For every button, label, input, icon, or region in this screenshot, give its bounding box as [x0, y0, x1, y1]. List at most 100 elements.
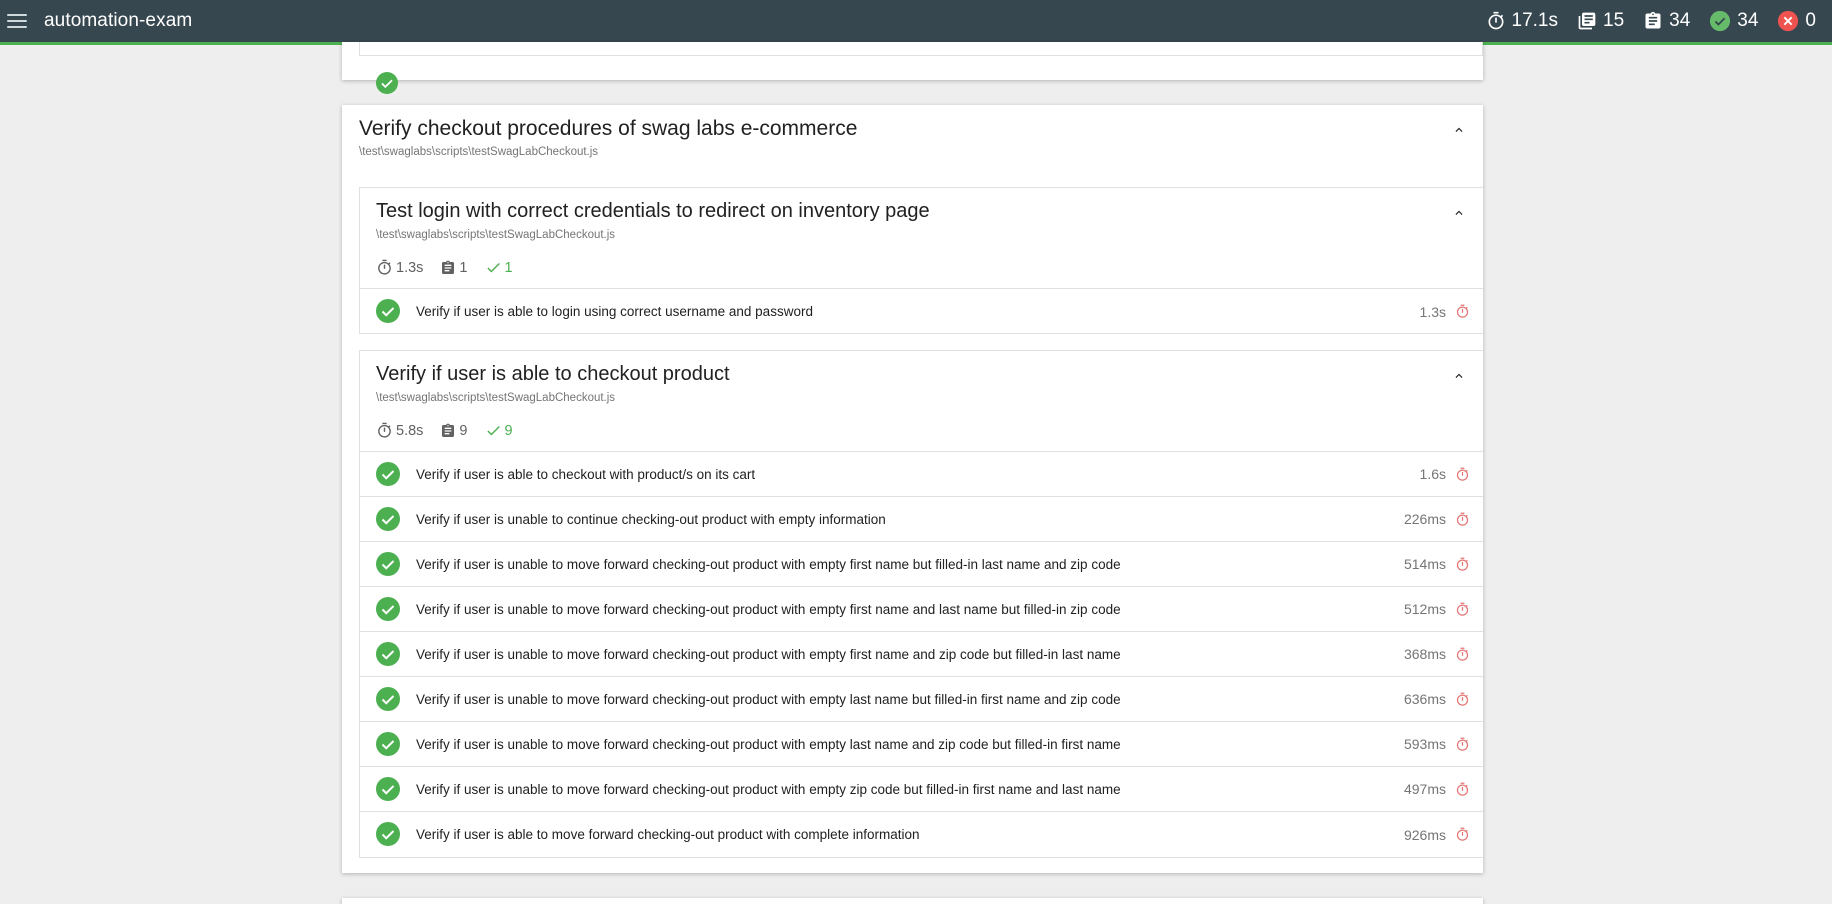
subsuite-passes: 9 [485, 422, 513, 439]
test-duration: 368ms [1403, 646, 1446, 662]
summary-stats: 17.1s 15 34 34 0 [1467, 0, 1816, 42]
subsuite-title: Test login with correct credentials to r… [376, 200, 930, 222]
test-duration: 1.3s [1419, 303, 1446, 320]
timer-icon [1456, 737, 1469, 751]
suite-file-path: \test\swaglabs\scripts\testSwagLabChecko… [359, 146, 599, 158]
passed-count: 34 [1737, 10, 1759, 31]
previous-suite-card [342, 42, 1483, 94]
failed-stat[interactable]: 0 [1777, 10, 1816, 32]
test-row[interactable]: Verify if user is unable to move forward… [360, 542, 1483, 587]
pass-check-icon [376, 687, 400, 711]
test-row[interactable]: Verify if user is able to login using co… [360, 289, 1483, 334]
pass-check-icon [376, 507, 400, 531]
pass-check-icon [376, 597, 400, 621]
timer-icon [1456, 512, 1469, 526]
chevron-up-icon[interactable] [1452, 369, 1466, 383]
timer-icon [1456, 602, 1469, 616]
test-row[interactable]: Verify if user is unable to move forward… [360, 587, 1483, 632]
test-duration: 1.6s [1419, 466, 1446, 482]
subsuite-tests: 1 [440, 259, 468, 276]
check-icon [486, 425, 500, 436]
assignment-icon [442, 423, 455, 437]
test-row[interactable]: Verify if user is unable to move forward… [360, 722, 1483, 767]
timer-icon [1456, 782, 1469, 796]
subsuite-tests-count: 9 [459, 422, 468, 439]
timer-icon [1456, 827, 1469, 841]
subsuite-passes-count: 9 [504, 422, 513, 439]
test-duration: 512ms [1403, 601, 1446, 617]
test-title: Verify if user is unable to move forward… [416, 646, 1121, 662]
timer-icon [1456, 692, 1469, 706]
check-circle-icon [1710, 10, 1731, 32]
pass-check-icon [376, 299, 400, 323]
subsuite-tests-count: 1 [459, 259, 468, 276]
subsuite-login: Test login with correct credentials to r… [359, 187, 1483, 334]
pass-check-icon [376, 72, 398, 94]
assignment-icon [1645, 11, 1661, 29]
test-title: Verify if user is unable to move forward… [416, 691, 1121, 707]
assignment-icon [442, 260, 455, 274]
suite-card: Verify checkout procedures of swag labs … [342, 105, 1483, 873]
test-duration: 226ms [1403, 511, 1446, 527]
subsuite-duration: 1.3s [376, 259, 423, 276]
pass-check-icon [376, 552, 400, 576]
previous-test-list [359, 42, 1483, 56]
test-duration: 497ms [1403, 781, 1446, 797]
failed-count: 0 [1805, 10, 1816, 31]
subsuite-duration: 5.8s [376, 422, 423, 439]
tests-count: 34 [1669, 10, 1691, 31]
test-title: Verify if user is able to login using co… [416, 304, 813, 319]
pass-check-icon [376, 462, 400, 486]
subsuite-checkout: Verify if user is able to checkout produ… [359, 350, 1483, 858]
test-title: Verify if user is unable to move forward… [416, 601, 1121, 617]
timer-icon [1488, 11, 1504, 30]
subsuite-stats: 5.8s 9 9 [376, 422, 530, 439]
suites-stat[interactable]: 15 [1577, 10, 1624, 32]
test-row[interactable]: Verify if user is unable to move forward… [360, 632, 1483, 677]
test-row[interactable]: Verify if user is able to checkout with … [360, 452, 1483, 497]
test-duration: 636ms [1403, 691, 1446, 707]
duration-stat: 17.1s [1486, 10, 1558, 32]
test-row[interactable]: Verify if user is unable to continue che… [360, 497, 1483, 542]
test-title: Verify if user is able to move forward c… [416, 827, 920, 842]
next-suite-card [342, 898, 1483, 904]
pass-check-icon [376, 822, 400, 846]
passed-stat[interactable]: 34 [1709, 10, 1758, 32]
test-row[interactable]: Verify if user is unable to move forward… [360, 677, 1483, 722]
subsuite-stats: 1.3s 1 1 [376, 259, 530, 276]
chevron-up-icon[interactable] [1452, 206, 1466, 220]
timer-icon [1456, 647, 1469, 661]
test-duration: 926ms [1403, 826, 1446, 843]
suite-title: Verify checkout procedures of swag labs … [359, 117, 858, 140]
subsuite-passes: 1 [485, 259, 513, 276]
pass-check-icon [376, 777, 400, 801]
test-duration: 514ms [1403, 556, 1446, 572]
subsuite-duration-value: 1.3s [396, 259, 424, 276]
test-row[interactable]: Verify if user is able to move forward c… [360, 812, 1483, 857]
check-icon [486, 262, 500, 273]
library-books-icon [1578, 12, 1596, 30]
timer-icon [1456, 557, 1469, 571]
test-title: Verify if user is unable to continue che… [416, 511, 886, 527]
chevron-up-icon[interactable] [1452, 123, 1466, 137]
timer-icon [1456, 304, 1469, 318]
test-list: Verify if user is able to checkout with … [360, 451, 1483, 857]
test-row[interactable]: Verify if user is unable to move forward… [360, 767, 1483, 812]
test-title: Verify if user is unable to move forward… [416, 781, 1121, 797]
timer-icon [378, 422, 391, 438]
subsuite-passes-count: 1 [504, 259, 513, 276]
suites-count: 15 [1603, 10, 1625, 31]
timer-icon [1456, 467, 1469, 481]
subsuite-file-path: \test\swaglabs\scripts\testSwagLabChecko… [376, 229, 616, 241]
test-duration: 593ms [1403, 736, 1446, 752]
cancel-icon [1778, 10, 1799, 32]
test-title: Verify if user is able to checkout with … [416, 466, 756, 482]
menu-icon[interactable] [7, 14, 27, 28]
duration-value: 17.1s [1511, 10, 1558, 31]
subsuite-tests: 9 [440, 422, 468, 439]
timer-icon [378, 259, 391, 275]
tests-stat[interactable]: 34 [1643, 10, 1690, 32]
app-title: automation-exam [44, 10, 193, 31]
pass-check-icon [376, 732, 400, 756]
subsuite-title: Verify if user is able to checkout produ… [376, 363, 730, 385]
